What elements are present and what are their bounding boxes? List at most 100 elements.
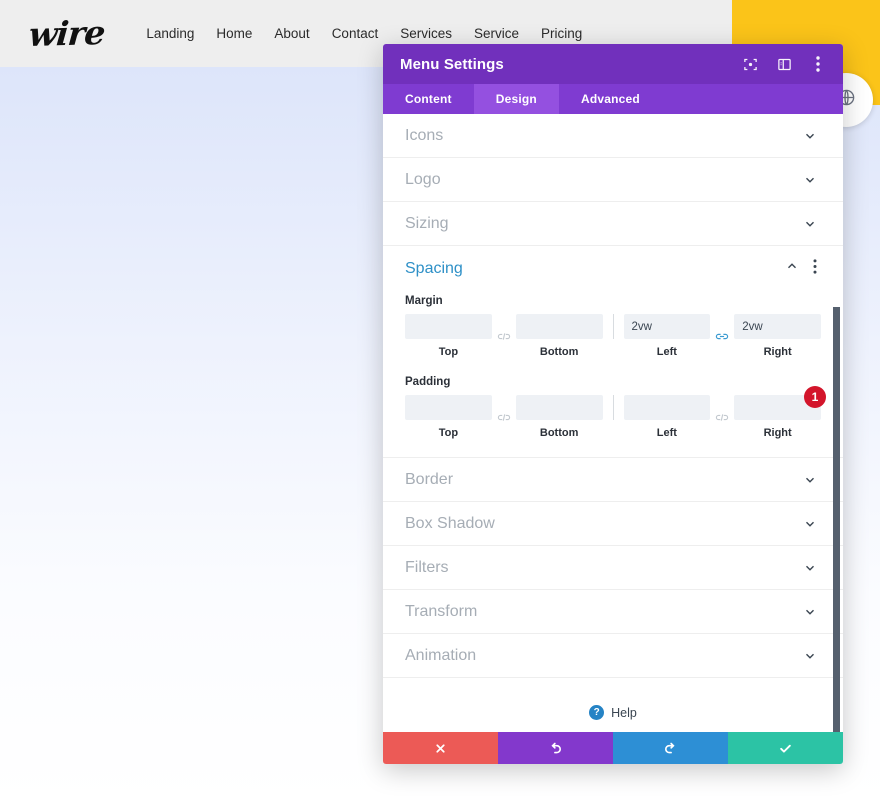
margin-label: Margin bbox=[405, 295, 443, 307]
section-spacing-label: Spacing bbox=[405, 259, 463, 277]
modal-header: Menu Settings bbox=[383, 44, 843, 84]
help-link[interactable]: ? Help bbox=[383, 678, 843, 720]
tab-advanced[interactable]: Advanced bbox=[559, 84, 662, 114]
margin-left-input[interactable] bbox=[623, 314, 711, 339]
spacing-content: Margin Top Bottom 2vw Left 2vw Right Pad… bbox=[383, 295, 843, 457]
status-badge: 1 bbox=[804, 386, 826, 408]
nav-link-landing[interactable]: Landing bbox=[146, 26, 194, 41]
margin-top-label: Top bbox=[438, 346, 459, 358]
margin-right-cell: Right bbox=[734, 314, 821, 358]
nav-link-pricing[interactable]: Pricing bbox=[541, 26, 582, 41]
modal-tabs: Content Design Advanced bbox=[383, 84, 843, 114]
padding-top-cell: Top bbox=[405, 395, 492, 439]
padding-horizontal-link-icon[interactable] bbox=[710, 405, 734, 430]
close-icon bbox=[434, 742, 447, 755]
padding-left-input[interactable] bbox=[623, 395, 711, 420]
padding-bottom-cell: Bottom bbox=[515, 395, 603, 439]
chevron-down-icon bbox=[803, 173, 817, 187]
section-transform-label: Transform bbox=[405, 602, 478, 620]
section-logo-label: Logo bbox=[405, 170, 441, 188]
section-spacing-header[interactable]: Spacing bbox=[383, 246, 843, 291]
chevron-down-icon bbox=[803, 561, 817, 575]
chevron-up-icon[interactable] bbox=[785, 259, 799, 278]
margin-left-cell: Left bbox=[623, 314, 711, 358]
section-logo[interactable]: Logo bbox=[383, 158, 843, 202]
undo-icon bbox=[548, 741, 563, 756]
padding-row: Top Bottom Left Right bbox=[405, 395, 821, 439]
margin-left-label: Left bbox=[656, 346, 677, 358]
margin-bottom-input[interactable] bbox=[515, 314, 603, 339]
cancel-button[interactable] bbox=[383, 732, 498, 764]
check-icon bbox=[778, 741, 793, 756]
tab-content[interactable]: Content bbox=[383, 84, 474, 114]
section-icons[interactable]: Icons bbox=[383, 114, 843, 158]
nav-links: Landing Home About Contact Services Serv… bbox=[146, 26, 582, 41]
section-border[interactable]: Border bbox=[383, 458, 843, 502]
chevron-down-icon bbox=[803, 473, 817, 487]
padding-bottom-input[interactable] bbox=[515, 395, 603, 420]
more-vertical-icon[interactable] bbox=[813, 258, 817, 279]
chevron-down-icon bbox=[803, 649, 817, 663]
margin-row: Top Bottom 2vw Left 2vw Right bbox=[405, 314, 821, 358]
menu-settings-modal: Menu Settings Content Design Advanced 1 … bbox=[383, 44, 843, 764]
padding-top-input[interactable] bbox=[405, 395, 492, 420]
section-animation-label: Animation bbox=[405, 646, 477, 664]
section-sizing-label: Sizing bbox=[405, 214, 449, 232]
section-sizing[interactable]: Sizing bbox=[383, 202, 843, 246]
margin-top-cell: Top bbox=[405, 314, 492, 358]
nav-link-contact[interactable]: Contact bbox=[332, 26, 379, 41]
margin-right-label: Right bbox=[763, 346, 792, 358]
modal-title: Menu Settings bbox=[400, 55, 504, 73]
nav-link-service[interactable]: Service bbox=[474, 26, 519, 41]
section-animation[interactable]: Animation bbox=[383, 634, 843, 678]
section-box-shadow-label: Box Shadow bbox=[405, 514, 495, 532]
section-filters[interactable]: Filters bbox=[383, 546, 843, 590]
section-icons-label: Icons bbox=[405, 126, 444, 144]
nav-link-home[interactable]: Home bbox=[216, 26, 252, 41]
undo-button[interactable] bbox=[498, 732, 613, 764]
save-button[interactable] bbox=[728, 732, 843, 764]
padding-vertical-pair: Top Bottom bbox=[405, 395, 603, 439]
layout-panel-icon[interactable] bbox=[776, 56, 792, 72]
padding-horizontal-pair: Left Right bbox=[623, 395, 821, 439]
focus-icon[interactable] bbox=[742, 56, 758, 72]
chevron-down-icon bbox=[803, 517, 817, 531]
padding-bottom-label: Bottom bbox=[539, 427, 579, 439]
margin-vertical-pair: Top Bottom bbox=[405, 314, 603, 358]
margin-horizontal-pair: Left Right bbox=[623, 314, 821, 358]
section-border-label: Border bbox=[405, 470, 454, 488]
modal-body: 1 Icons Logo Sizing Spacing Margin Top B… bbox=[383, 114, 843, 732]
chevron-down-icon bbox=[803, 217, 817, 231]
margin-vertical-link-icon[interactable] bbox=[492, 324, 516, 349]
redo-button[interactable] bbox=[613, 732, 728, 764]
padding-left-cell: Left bbox=[623, 395, 711, 439]
chevron-down-icon bbox=[803, 605, 817, 619]
margin-divider bbox=[612, 314, 614, 339]
nav-link-about[interactable]: About bbox=[274, 26, 309, 41]
more-vertical-icon[interactable] bbox=[810, 56, 826, 72]
margin-bottom-cell: Bottom bbox=[515, 314, 603, 358]
help-label: Help bbox=[611, 705, 637, 720]
margin-bottom-label: Bottom bbox=[539, 346, 579, 358]
section-filters-label: Filters bbox=[405, 558, 449, 576]
padding-label: Padding bbox=[405, 376, 451, 388]
margin-horizontal-link-icon[interactable] bbox=[710, 324, 734, 349]
padding-vertical-link-icon[interactable] bbox=[492, 405, 516, 430]
margin-right-input[interactable] bbox=[734, 314, 821, 339]
settings-accordion: Icons Logo Sizing Spacing Margin Top Bot… bbox=[383, 114, 843, 720]
modal-header-actions bbox=[742, 56, 826, 72]
padding-left-label: Left bbox=[656, 427, 677, 439]
nav-link-services[interactable]: Services bbox=[400, 26, 452, 41]
question-circle-icon: ? bbox=[589, 705, 605, 720]
vertical-scrollbar[interactable] bbox=[833, 307, 840, 732]
section-box-shadow[interactable]: Box Shadow bbox=[383, 502, 843, 546]
padding-divider bbox=[612, 395, 614, 420]
section-transform[interactable]: Transform bbox=[383, 590, 843, 634]
padding-top-label: Top bbox=[438, 427, 459, 439]
site-logo[interactable]: wire bbox=[27, 13, 106, 54]
margin-top-input[interactable] bbox=[405, 314, 492, 339]
section-spacing: Spacing Margin Top Bottom 2vw Left 2vw R… bbox=[383, 246, 843, 458]
chevron-down-icon bbox=[803, 129, 817, 143]
tab-design[interactable]: Design bbox=[473, 84, 559, 114]
modal-footer bbox=[383, 732, 843, 764]
